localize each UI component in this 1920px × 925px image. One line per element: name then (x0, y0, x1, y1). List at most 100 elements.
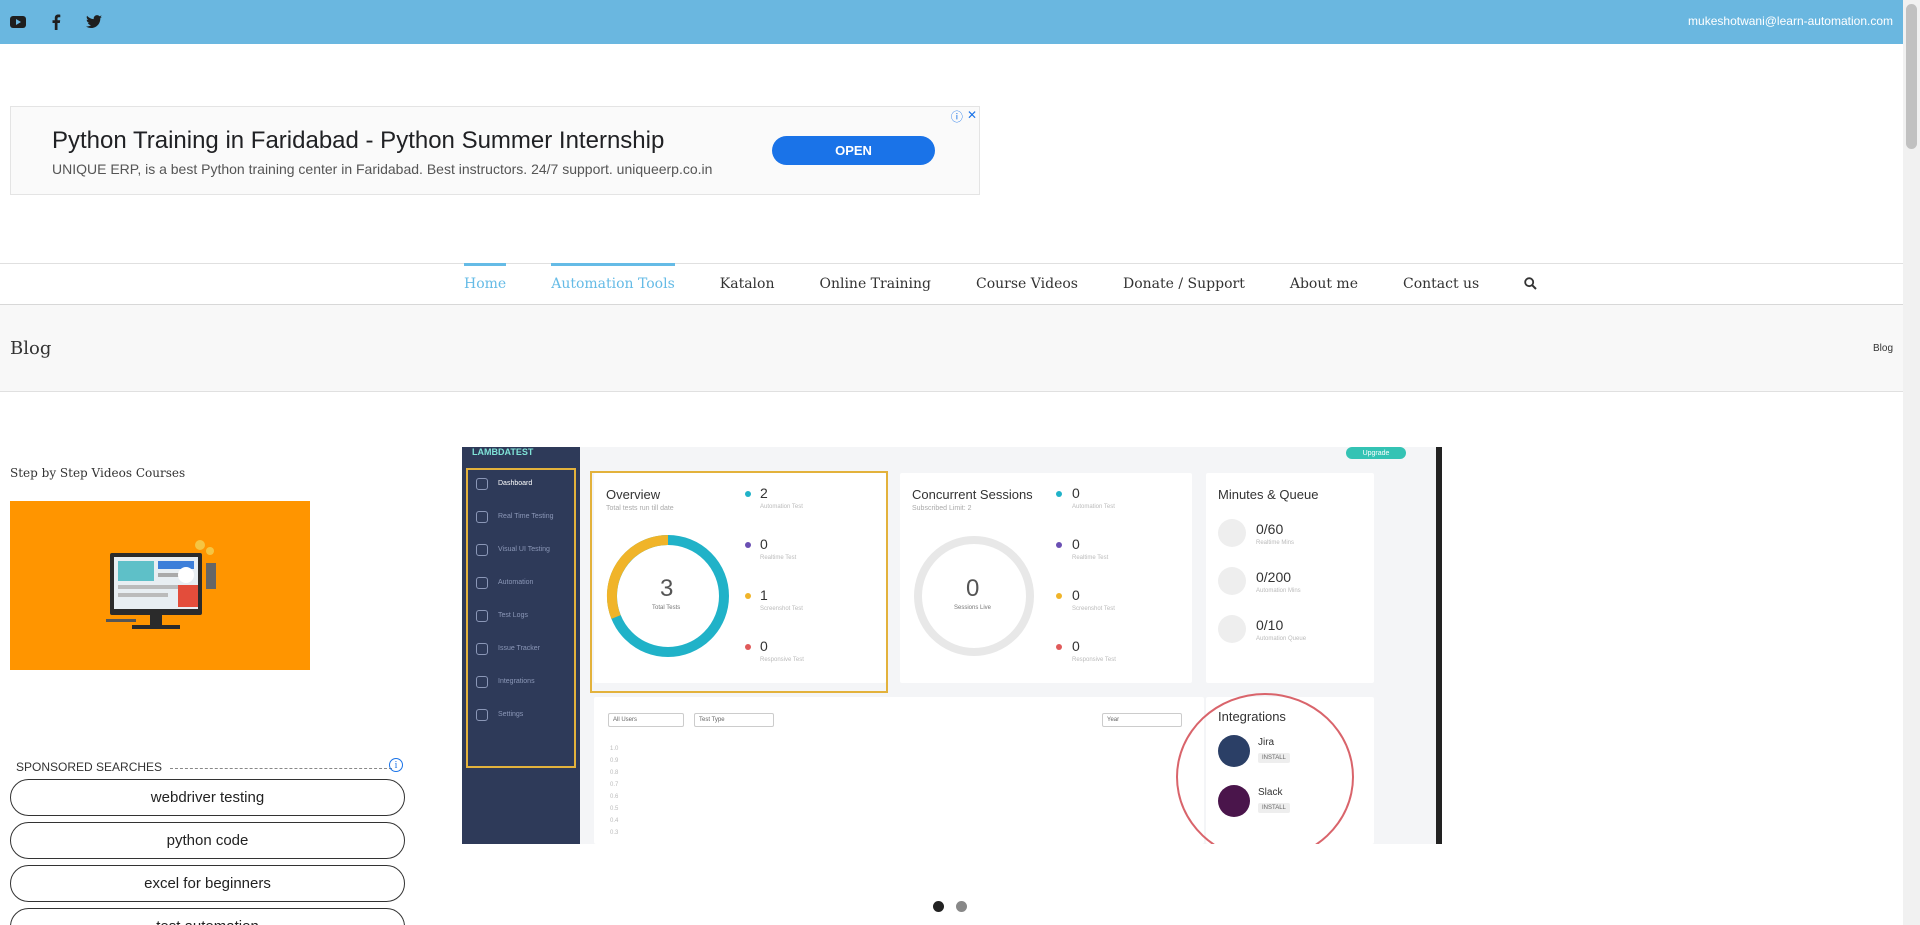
overview-metric-value: 0 (760, 638, 768, 654)
dashboard-menu-icon (476, 478, 488, 490)
sponsored-search-link[interactable]: excel for beginners (10, 865, 405, 902)
page-title-bar: Blog Blog (0, 305, 1903, 392)
metric-dot (1056, 542, 1062, 548)
overview-metric-label: Automation Test (760, 504, 803, 510)
concurrent-metric-value: 0 (1072, 587, 1080, 603)
metric-dot (745, 644, 751, 650)
dashboard-menu-item: Issue Tracker (498, 645, 541, 652)
sponsored-divider (170, 768, 392, 769)
slack-icon (1218, 785, 1250, 817)
chart-y-tick: 0.6 (610, 794, 619, 800)
metric-dot (1056, 491, 1062, 497)
minutes-label: Realtime Mins (1256, 540, 1295, 546)
contact-email[interactable]: mukeshotwani@learn-automation.com (1688, 14, 1893, 28)
nav-item-home[interactable]: Home (464, 263, 507, 304)
minutes-value: 0/10 (1256, 617, 1284, 633)
concurrent-live-label: Sessions Live (954, 605, 992, 611)
chart-y-tick: 0.9 (610, 758, 619, 764)
test-type-filter: Test Type (694, 713, 774, 727)
social-links (10, 14, 102, 30)
sponsored-searches-header: SPONSORED SEARCHES i (10, 758, 403, 774)
overview-total: 3 (660, 575, 674, 602)
concurrent-metric-label: Screenshot Test (1072, 606, 1115, 612)
overview-total-label: Total Tests (652, 605, 681, 611)
sponsored-label: SPONSORED SEARCHES (16, 760, 167, 774)
nav-item-course-videos[interactable]: Course Videos (976, 263, 1078, 304)
top-bar: mukeshotwani@learn-automation.com (0, 0, 1903, 44)
page: mukeshotwani@learn-automation.com Python… (0, 0, 1920, 925)
scrollbar-thumb[interactable] (1906, 4, 1917, 149)
overview-metric-value: 2 (760, 485, 768, 501)
overview-metric-value: 0 (760, 536, 768, 552)
dashboard-sidebar: LAMBDATEST Dashboard Real Time Testing V… (462, 447, 580, 844)
minutes-value: 0/60 (1256, 521, 1284, 537)
nav-item-about-me[interactable]: About me (1290, 263, 1358, 304)
nav-item-katalon[interactable]: Katalon (720, 263, 775, 304)
dashboard-menu-icon (476, 544, 488, 556)
ad-banner[interactable]: Python Training in Faridabad - Python Su… (10, 106, 980, 195)
dashboard-menu-item: Dashboard (498, 480, 533, 487)
search-icon[interactable] (1524, 263, 1537, 304)
chart-y-tick: 0.4 (610, 818, 619, 824)
dashboard-menu-icon (476, 610, 488, 622)
year-filter: Year (1102, 713, 1182, 727)
ad-info-icon[interactable]: ⓘ (951, 108, 963, 125)
concurrent-metric-value: 0 (1072, 536, 1080, 552)
dashboard-menu-icon (476, 511, 488, 523)
ad-headline[interactable]: Python Training in Faridabad - Python Su… (52, 127, 664, 155)
dashboard-menu-icon (476, 577, 488, 589)
integration-install-button: INSTALL (1258, 803, 1290, 813)
overview-metric-label: Screenshot Test (760, 606, 803, 612)
jira-icon (1218, 735, 1250, 767)
slider-dot[interactable] (956, 901, 967, 912)
page-scrollbar[interactable] (1903, 0, 1920, 925)
chart-y-tick: 0.5 (610, 806, 619, 812)
dashboard-menu-item: Real Time Testing (498, 513, 554, 520)
info-icon[interactable]: i (389, 758, 403, 772)
ad-description: UNIQUE ERP, is a best Python training ce… (52, 161, 713, 177)
slider-dot[interactable] (933, 901, 944, 912)
slider-pagination (933, 901, 967, 912)
dashboard-menu-icon (476, 709, 488, 721)
concurrent-metric-value: 0 (1072, 485, 1080, 501)
nav-item-automation-tools[interactable]: Automation Tools (551, 263, 675, 304)
clock-icon (1218, 519, 1246, 547)
sidebar-heading: Step by Step Videos Courses (10, 466, 186, 480)
concurrent-metric-label: Responsive Test (1072, 657, 1116, 663)
sponsored-search-link[interactable]: webdriver testing (10, 779, 405, 816)
twitter-icon[interactable] (86, 14, 102, 30)
nav-item-contact-us[interactable]: Contact us (1403, 263, 1479, 304)
featured-slider[interactable]: LAMBDATEST Dashboard Real Time Testing V… (462, 447, 1442, 844)
facebook-icon[interactable] (48, 14, 64, 30)
dashboard-menu-item: Integrations (498, 678, 535, 685)
overview-title: Overview (606, 487, 661, 502)
dashboard-menu-item: Test Logs (498, 612, 528, 619)
metric-dot (1056, 593, 1062, 599)
course-promo-image[interactable] (10, 501, 310, 670)
nav-item-donate-support[interactable]: Donate / Support (1123, 263, 1245, 304)
slide-edge (1436, 447, 1442, 844)
sponsored-search-link[interactable]: python code (10, 822, 405, 859)
sponsored-search-link[interactable]: test automation (10, 908, 405, 925)
minutes-value: 0/200 (1256, 569, 1292, 585)
concurrent-live: 0 (966, 575, 980, 602)
ad-close-icon[interactable]: ✕ (967, 108, 977, 125)
overview-subtitle: Total tests run till date (606, 505, 674, 512)
concurrent-metric-value: 0 (1072, 638, 1080, 654)
minutes-label: Automation Mins (1256, 588, 1301, 594)
concurrent-metric-label: Realtime Test (1072, 555, 1109, 561)
minutes-label: Automation Queue (1256, 636, 1307, 642)
dashboard-main: Upgrade Overview Total tests run till da… (580, 447, 1436, 844)
concurrent-subtitle: Subscribed Limit: 2 (912, 505, 972, 512)
concurrent-title: Concurrent Sessions (912, 487, 1033, 502)
queue-icon (1218, 615, 1246, 643)
nav-item-online-training[interactable]: Online Training (819, 263, 931, 304)
overview-metric-value: 1 (760, 587, 768, 603)
ad-open-button[interactable]: OPEN (772, 136, 935, 165)
youtube-icon[interactable] (10, 14, 26, 30)
chart-y-tick: 1.0 (610, 746, 619, 752)
ad-controls: ⓘ ✕ (951, 108, 977, 125)
chart-y-tick: 0.8 (610, 770, 619, 776)
clock-icon (1218, 567, 1246, 595)
dashboard-upgrade-badge: Upgrade (1346, 447, 1406, 459)
